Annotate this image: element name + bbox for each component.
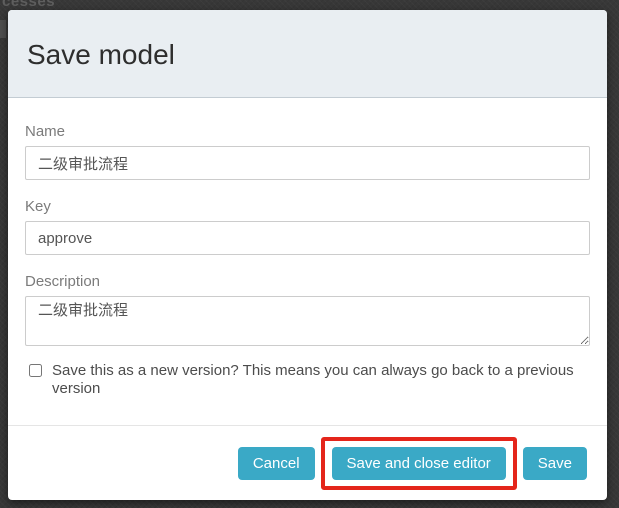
name-label: Name	[25, 123, 590, 140]
description-label: Description	[25, 273, 590, 290]
dialog-body: Name Key Description 二级审批流程 Save this as…	[8, 98, 607, 425]
dialog-footer: Cancel Save and close editor Save	[8, 425, 607, 500]
description-textarea[interactable]: 二级审批流程	[25, 296, 590, 346]
save-and-close-editor-button[interactable]: Save and close editor	[332, 447, 506, 480]
name-input[interactable]	[25, 146, 590, 180]
name-field-group: Name	[25, 98, 590, 180]
red-highlight-annotation: Save and close editor	[321, 437, 517, 490]
new-version-checkbox[interactable]	[29, 364, 42, 377]
key-input[interactable]	[25, 221, 590, 255]
background-partial-text: cesses	[2, 0, 55, 10]
new-version-label[interactable]: Save this as a new version? This means y…	[52, 362, 590, 398]
dialog-header: Save model	[8, 10, 607, 98]
background-fragment	[0, 20, 6, 38]
new-version-row: Save this as a new version? This means y…	[25, 362, 590, 398]
description-field-group: Description 二级审批流程	[25, 273, 590, 346]
save-button[interactable]: Save	[523, 447, 587, 480]
key-label: Key	[25, 198, 590, 215]
key-field-group: Key	[25, 198, 590, 255]
save-model-dialog: Save model Name Key Description 二级审批流程 S…	[8, 10, 607, 500]
cancel-button[interactable]: Cancel	[238, 447, 315, 480]
dialog-title: Save model	[27, 40, 607, 69]
